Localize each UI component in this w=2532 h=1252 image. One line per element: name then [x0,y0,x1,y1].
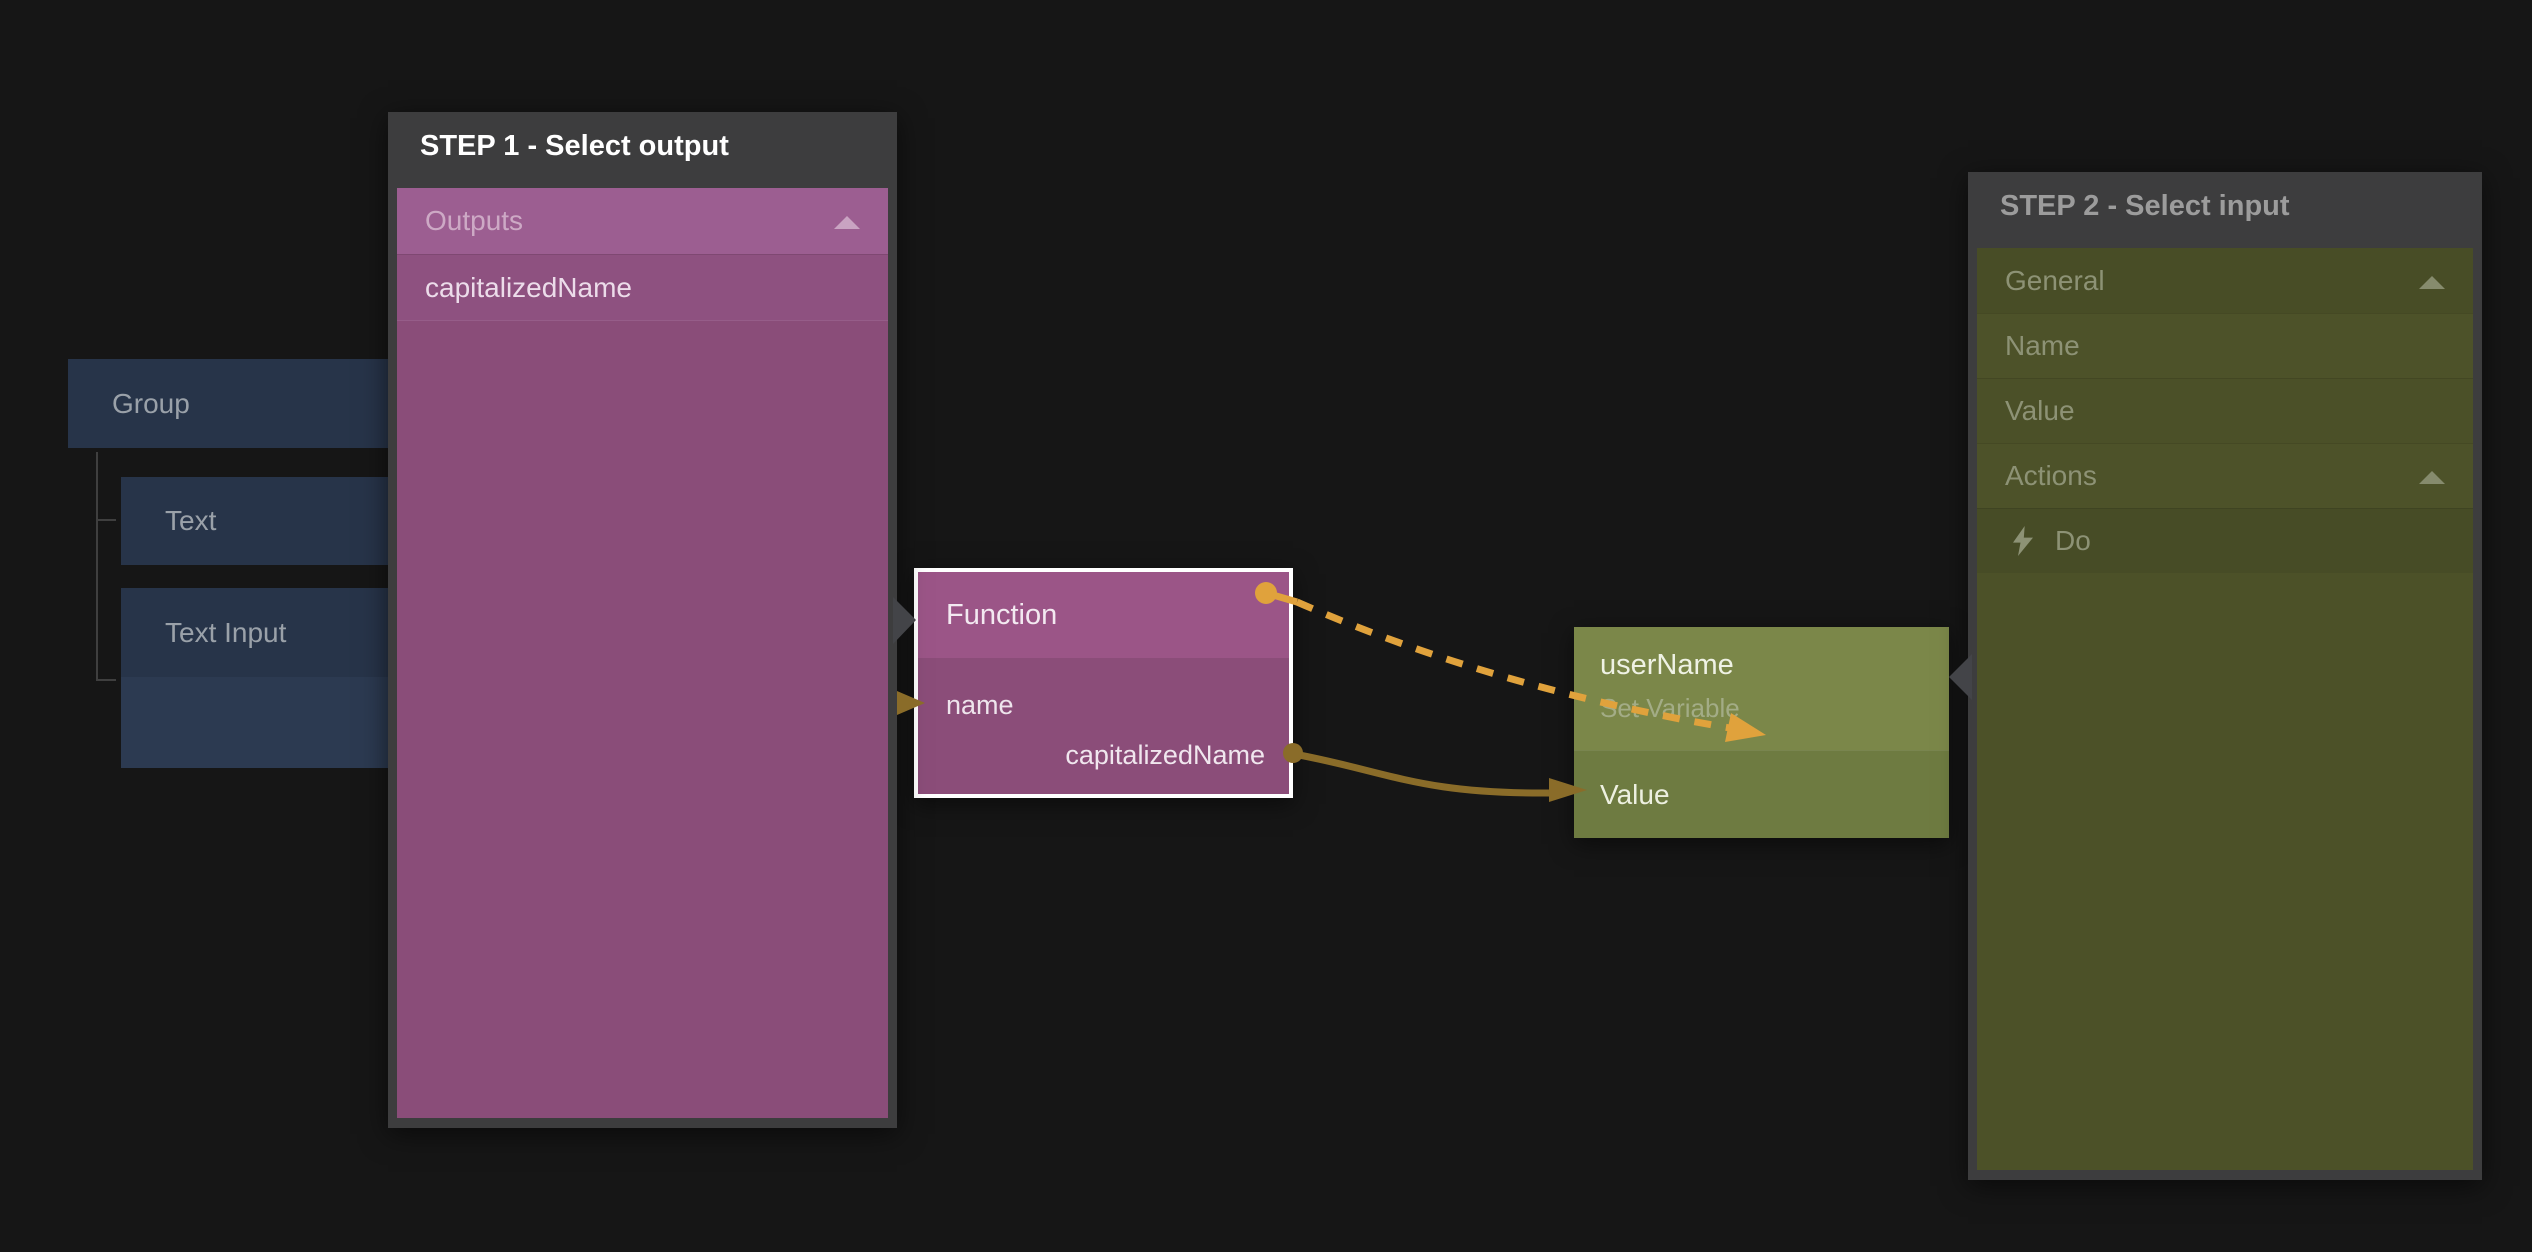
tree-connector-branch-bottom [96,679,116,681]
step2-section-general[interactable]: General [1977,248,2473,313]
tree-connector-branch-text [96,519,116,521]
function-node-header[interactable]: Function [918,572,1289,658]
tree-node-group[interactable]: Group [68,359,390,448]
triangle-up-icon[interactable] [834,216,860,229]
function-node[interactable]: Function name capitalizedName [914,568,1293,798]
tree-node-text-input[interactable]: Text Input [121,588,390,677]
triangle-up-icon[interactable] [2419,276,2445,289]
step1-panel-body: Outputs capitalizedName [397,188,888,1118]
function-node-title: Function [946,599,1057,632]
step2-panel-title: STEP 2 - Select input [1968,172,2482,240]
tree-connector-vertical [96,452,98,681]
step1-panel: STEP 1 - Select output Outputs capitaliz… [388,112,897,1128]
set-variable-node-title: userName [1600,649,1734,682]
step2-section-actions-label: Actions [2005,460,2097,492]
tree-node-text-input-children-area [121,677,390,768]
step2-section-general-label: General [2005,265,2105,297]
step1-item-capitalizedname[interactable]: capitalizedName [397,254,888,321]
step1-section-outputs-label: Outputs [425,205,523,237]
tree-node-text[interactable]: Text [121,477,390,565]
step1-item-capitalizedname-label: capitalizedName [425,272,632,304]
step2-panel: STEP 2 - Select input General Name Value… [1968,172,2482,1180]
tree-node-group-label: Group [112,388,190,420]
triangle-up-icon[interactable] [2419,471,2445,484]
connection-capitalizedname-to-value[interactable] [1294,754,1549,793]
function-input-name[interactable]: name [946,690,1014,721]
step2-item-value[interactable]: Value [1977,378,2473,443]
lightning-icon [2013,526,2033,556]
set-variable-node-subtitle: Set Variable [1600,693,1740,724]
step2-section-actions[interactable]: Actions [1977,443,2473,508]
set-variable-input-value[interactable]: Value [1574,750,1949,838]
step1-panel-title: STEP 1 - Select output [388,112,897,180]
step2-panel-body: General Name Value Actions Do [1977,248,2473,1170]
tree-node-text-input-label: Text Input [165,617,286,649]
step2-item-name-label: Name [2005,330,2080,362]
set-variable-node[interactable]: userName Set Variable Value [1574,627,1949,838]
function-output-capitalizedname[interactable]: capitalizedName [1065,740,1265,771]
step1-section-outputs[interactable]: Outputs [397,188,888,254]
set-variable-input-value-label: Value [1600,779,1670,811]
step2-item-do-label: Do [2055,525,2091,557]
step2-item-name[interactable]: Name [1977,313,2473,378]
tree-node-text-label: Text [165,505,216,537]
step2-item-value-label: Value [2005,395,2075,427]
step2-item-do[interactable]: Do [1977,508,2473,573]
